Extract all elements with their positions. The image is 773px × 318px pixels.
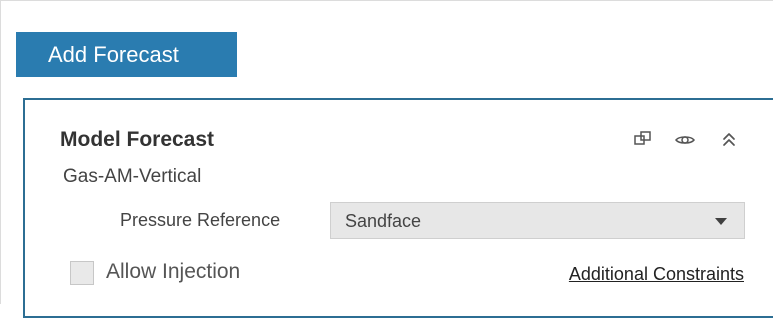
add-forecast-button[interactable]: Add Forecast <box>16 32 237 77</box>
copy-icon[interactable] <box>631 128 655 152</box>
app-frame: Add Forecast Model Forecast Gas-AM-Verti… <box>0 0 773 318</box>
allow-injection-label: Allow Injection <box>106 260 241 283</box>
pressure-reference-dropdown[interactable]: Sandface <box>330 202 745 239</box>
collapse-icon[interactable] <box>717 128 741 152</box>
card-title: Model Forecast <box>60 128 215 151</box>
additional-constraints-link[interactable]: Additional Constraints <box>569 264 744 285</box>
card-subtitle: Gas-AM-Vertical <box>63 166 202 187</box>
card-actions <box>615 128 755 152</box>
pressure-reference-label: Pressure Reference <box>120 210 281 230</box>
chevron-down-icon <box>715 218 727 225</box>
pressure-reference-value: Sandface <box>345 211 422 231</box>
model-forecast-card: Model Forecast Gas-AM-Vertical Pressure … <box>23 98 773 318</box>
allow-injection-checkbox[interactable] <box>70 261 94 285</box>
eye-icon[interactable] <box>673 128 697 152</box>
